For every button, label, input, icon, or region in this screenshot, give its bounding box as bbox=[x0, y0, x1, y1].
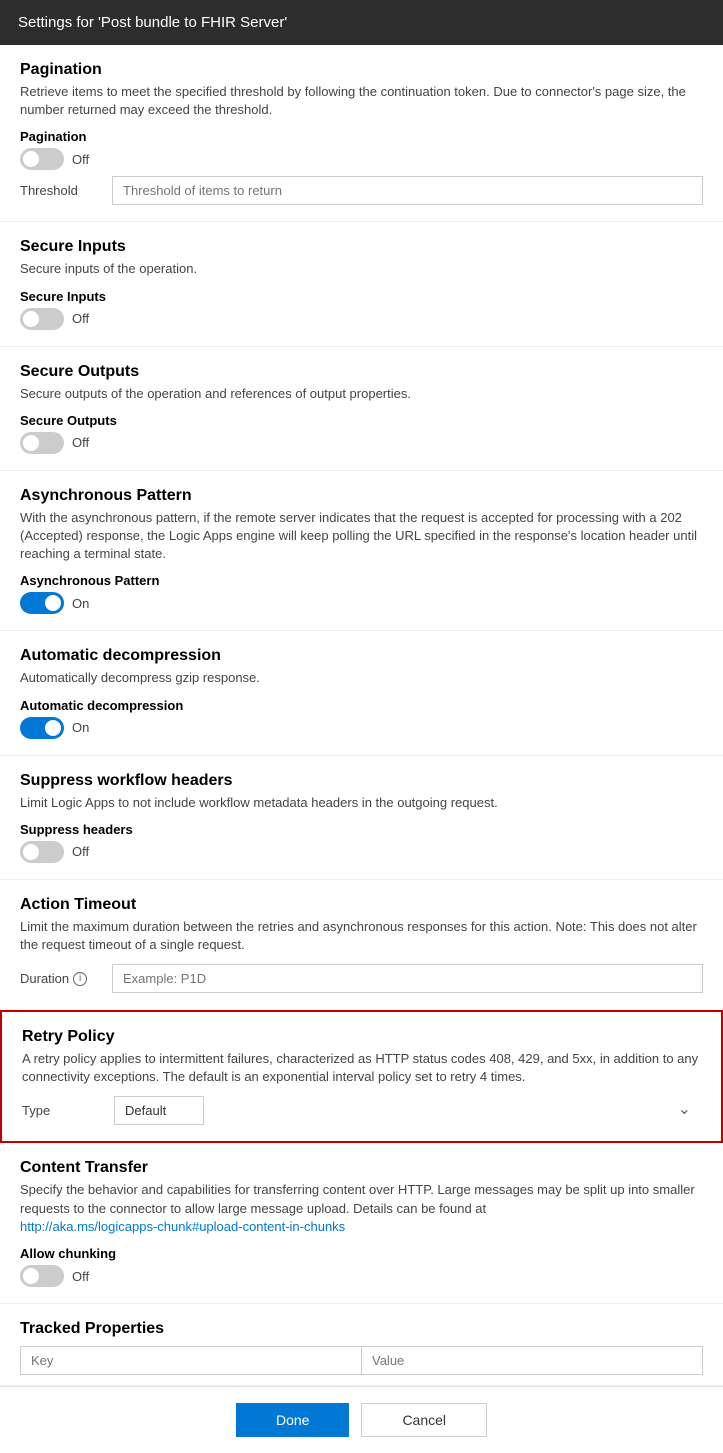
allow-chunking-toggle-text: Off bbox=[72, 1269, 89, 1284]
secure-inputs-section: Secure Inputs Secure inputs of the opera… bbox=[0, 222, 723, 346]
async-pattern-toggle-row: On bbox=[20, 592, 703, 614]
suppress-headers-slider bbox=[20, 841, 64, 863]
async-pattern-toggle-text: On bbox=[72, 596, 89, 611]
content-transfer-desc: Specify the behavior and capabilities fo… bbox=[20, 1181, 703, 1236]
suppress-headers-toggle-row: Off bbox=[20, 841, 703, 863]
panel-header: Settings for 'Post bundle to FHIR Server… bbox=[0, 0, 723, 45]
threshold-row: Threshold bbox=[20, 176, 703, 205]
suppress-headers-title: Suppress workflow headers bbox=[20, 772, 703, 790]
secure-inputs-toggle-text: Off bbox=[72, 311, 89, 326]
auto-decomp-slider bbox=[20, 717, 64, 739]
duration-input[interactable] bbox=[112, 964, 703, 993]
secure-outputs-toggle[interactable] bbox=[20, 432, 64, 454]
content-transfer-section: Content Transfer Specify the behavior an… bbox=[0, 1143, 723, 1304]
pagination-slider bbox=[20, 148, 64, 170]
async-pattern-section: Asynchronous Pattern With the asynchrono… bbox=[0, 471, 723, 632]
secure-outputs-toggle-row: Off bbox=[20, 432, 703, 454]
suppress-headers-desc: Limit Logic Apps to not include workflow… bbox=[20, 794, 703, 812]
pagination-section: Pagination Retrieve items to meet the sp… bbox=[0, 45, 723, 222]
secure-inputs-toggle[interactable] bbox=[20, 308, 64, 330]
secure-inputs-desc: Secure inputs of the operation. bbox=[20, 260, 703, 278]
pagination-desc: Retrieve items to meet the specified thr… bbox=[20, 83, 703, 119]
action-timeout-title: Action Timeout bbox=[20, 896, 703, 914]
secure-outputs-desc: Secure outputs of the operation and refe… bbox=[20, 385, 703, 403]
async-pattern-title: Asynchronous Pattern bbox=[20, 487, 703, 505]
duration-row: Duration i bbox=[20, 964, 703, 993]
secure-inputs-toggle-label: Secure Inputs bbox=[20, 289, 703, 304]
auto-decomp-toggle-row: On bbox=[20, 717, 703, 739]
secure-inputs-slider bbox=[20, 308, 64, 330]
settings-panel: Settings for 'Post bundle to FHIR Server… bbox=[0, 0, 723, 1453]
retry-policy-desc: A retry policy applies to intermittent f… bbox=[22, 1050, 701, 1086]
pagination-toggle-label: Pagination bbox=[20, 129, 703, 144]
secure-outputs-section: Secure Outputs Secure outputs of the ope… bbox=[0, 347, 723, 471]
action-timeout-desc: Limit the maximum duration between the r… bbox=[20, 918, 703, 954]
duration-label: Duration i bbox=[20, 971, 100, 986]
secure-outputs-title: Secure Outputs bbox=[20, 363, 703, 381]
threshold-label: Threshold bbox=[20, 183, 100, 198]
allow-chunking-label: Allow chunking bbox=[20, 1246, 703, 1261]
allow-chunking-toggle[interactable] bbox=[20, 1265, 64, 1287]
suppress-headers-section: Suppress workflow headers Limit Logic Ap… bbox=[0, 756, 723, 880]
retry-type-select-wrapper: Default None Fixed Exponential bbox=[114, 1096, 701, 1125]
secure-inputs-toggle-row: Off bbox=[20, 308, 703, 330]
content-transfer-link[interactable]: http://aka.ms/logicapps-chunk#upload-con… bbox=[20, 1219, 345, 1234]
auto-decomp-toggle[interactable] bbox=[20, 717, 64, 739]
retry-type-row: Type Default None Fixed Exponential bbox=[22, 1096, 701, 1125]
tracked-properties-section: Tracked Properties bbox=[0, 1304, 723, 1386]
duration-info-icon[interactable]: i bbox=[73, 972, 87, 986]
panel-title: Settings for 'Post bundle to FHIR Server… bbox=[18, 14, 287, 31]
pagination-toggle-row: Off bbox=[20, 148, 703, 170]
secure-outputs-toggle-text: Off bbox=[72, 435, 89, 450]
async-pattern-toggle-label: Asynchronous Pattern bbox=[20, 573, 703, 588]
async-pattern-toggle[interactable] bbox=[20, 592, 64, 614]
secure-outputs-toggle-label: Secure Outputs bbox=[20, 413, 703, 428]
tracked-properties-title: Tracked Properties bbox=[20, 1320, 703, 1338]
tracked-key-input[interactable] bbox=[20, 1346, 361, 1375]
suppress-headers-toggle[interactable] bbox=[20, 841, 64, 863]
auto-decomp-toggle-text: On bbox=[72, 720, 89, 735]
retry-policy-section: Retry Policy A retry policy applies to i… bbox=[0, 1010, 723, 1143]
async-pattern-slider bbox=[20, 592, 64, 614]
content-transfer-title: Content Transfer bbox=[20, 1159, 703, 1177]
secure-outputs-slider bbox=[20, 432, 64, 454]
tracked-value-input[interactable] bbox=[361, 1346, 703, 1375]
pagination-title: Pagination bbox=[20, 61, 703, 79]
retry-type-select[interactable]: Default None Fixed Exponential bbox=[114, 1096, 204, 1125]
pagination-toggle-text: Off bbox=[72, 152, 89, 167]
auto-decomp-title: Automatic decompression bbox=[20, 647, 703, 665]
panel-body: Pagination Retrieve items to meet the sp… bbox=[0, 45, 723, 1386]
suppress-headers-toggle-label: Suppress headers bbox=[20, 822, 703, 837]
pagination-toggle[interactable] bbox=[20, 148, 64, 170]
threshold-input[interactable] bbox=[112, 176, 703, 205]
done-button[interactable]: Done bbox=[236, 1403, 349, 1437]
auto-decomp-toggle-label: Automatic decompression bbox=[20, 698, 703, 713]
action-timeout-section: Action Timeout Limit the maximum duratio… bbox=[0, 880, 723, 1010]
auto-decomp-desc: Automatically decompress gzip response. bbox=[20, 669, 703, 687]
allow-chunking-slider bbox=[20, 1265, 64, 1287]
allow-chunking-toggle-row: Off bbox=[20, 1265, 703, 1287]
secure-inputs-title: Secure Inputs bbox=[20, 238, 703, 256]
retry-policy-title: Retry Policy bbox=[22, 1028, 701, 1046]
auto-decomp-section: Automatic decompression Automatically de… bbox=[0, 631, 723, 755]
retry-type-label: Type bbox=[22, 1103, 102, 1118]
panel-footer: Done Cancel bbox=[0, 1386, 723, 1453]
async-pattern-desc: With the asynchronous pattern, if the re… bbox=[20, 509, 703, 564]
suppress-headers-toggle-text: Off bbox=[72, 844, 89, 859]
cancel-button[interactable]: Cancel bbox=[361, 1403, 487, 1437]
tracked-properties-row bbox=[20, 1346, 703, 1375]
